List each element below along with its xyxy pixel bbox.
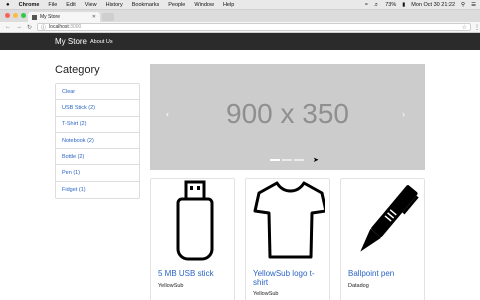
forward-icon[interactable]: → bbox=[16, 24, 22, 31]
product-vendor: YellowSub bbox=[253, 291, 279, 297]
carousel-indicator[interactable] bbox=[282, 159, 292, 161]
product-card[interactable]: 5 MB USB stick YellowSub bbox=[150, 178, 235, 300]
menu-edit[interactable]: Edit bbox=[66, 2, 75, 8]
close-tab-icon[interactable]: ✕ bbox=[92, 14, 96, 20]
browser-toolbar: ← → ↻ ⓘ localhost:3000 ☆ ⋮ bbox=[0, 22, 480, 33]
minimize-window-icon[interactable] bbox=[13, 13, 18, 18]
menu-window[interactable]: Window bbox=[194, 2, 214, 8]
carousel-prev-icon[interactable]: ‹ bbox=[166, 109, 169, 119]
back-icon[interactable]: ← bbox=[5, 24, 11, 31]
category-list: Clear USB Stick (2) T-Shirt (2) Notebook… bbox=[55, 83, 140, 200]
menu-history[interactable]: History bbox=[106, 2, 123, 8]
category-item-usb-stick[interactable]: USB Stick (2) bbox=[56, 100, 139, 117]
category-item-bottle[interactable]: Bottle (2) bbox=[56, 149, 139, 166]
battery-percent[interactable]: 73% bbox=[385, 2, 396, 8]
menu-help[interactable]: Help bbox=[223, 2, 234, 8]
browser-tab[interactable]: My Store ✕ bbox=[28, 12, 100, 22]
product-title[interactable]: Ballpoint pen bbox=[348, 269, 423, 278]
favicon-icon bbox=[32, 14, 37, 20]
close-window-icon[interactable] bbox=[5, 13, 10, 18]
carousel-placeholder-text: 900 x 350 bbox=[226, 98, 349, 129]
menu-people[interactable]: People bbox=[168, 2, 185, 8]
tab-strip: My Store ✕ bbox=[0, 10, 480, 22]
category-item-fidget[interactable]: Fidget (1) bbox=[56, 182, 139, 198]
carousel-indicators bbox=[270, 159, 304, 161]
battery-icon[interactable]: ▮ bbox=[402, 2, 405, 8]
maximize-window-icon[interactable] bbox=[21, 13, 26, 18]
menu-bookmarks[interactable]: Bookmarks bbox=[132, 2, 160, 8]
apple-menu-icon[interactable]: ● bbox=[6, 2, 10, 8]
url-port: :3000 bbox=[68, 24, 82, 30]
product-vendor: Datadog bbox=[348, 283, 369, 289]
wifi-icon[interactable]: ≈ bbox=[365, 2, 368, 8]
macos-menubar: ● Chrome File Edit View History Bookmark… bbox=[0, 0, 480, 10]
reload-icon[interactable]: ↻ bbox=[27, 24, 32, 31]
product-card[interactable]: Ballpoint pen Datadog bbox=[340, 178, 425, 300]
menu-view[interactable]: View bbox=[85, 2, 97, 8]
site-navbar: My Store About Us bbox=[0, 33, 480, 50]
carousel-indicator[interactable] bbox=[294, 159, 304, 161]
tab-title: My Store bbox=[40, 14, 61, 20]
pen-icon bbox=[360, 185, 419, 252]
volume-icon[interactable]: ♬ bbox=[374, 2, 380, 8]
carousel-next-icon[interactable]: › bbox=[402, 109, 405, 119]
address-bar[interactable]: ⓘ localhost:3000 ☆ bbox=[37, 23, 471, 31]
usb-stick-icon bbox=[176, 180, 214, 261]
about-us-link[interactable]: About Us bbox=[90, 39, 113, 45]
mouse-cursor-icon: ➤ bbox=[313, 157, 319, 164]
url-host: localhost bbox=[49, 24, 69, 30]
product-title[interactable]: 5 MB USB stick bbox=[158, 269, 233, 278]
bookmark-star-icon[interactable]: ☆ bbox=[462, 24, 467, 31]
menu-file[interactable]: File bbox=[48, 2, 57, 8]
category-heading: Category bbox=[55, 64, 100, 76]
notification-center-icon[interactable]: ☰ bbox=[471, 2, 476, 8]
chrome-menu-icon[interactable]: ⋮ bbox=[474, 24, 480, 31]
app-menu[interactable]: Chrome bbox=[19, 2, 40, 8]
product-title[interactable]: YellowSub logo t-shirt bbox=[253, 269, 328, 287]
clock[interactable]: Mon Oct 30 21:22 bbox=[411, 2, 455, 8]
image-carousel: 900 x 350 ‹ › bbox=[150, 64, 425, 170]
product-card[interactable]: YellowSub logo t-shirt YellowSub bbox=[245, 178, 330, 300]
new-tab-button[interactable] bbox=[102, 13, 114, 21]
category-item-t-shirt[interactable]: T-Shirt (2) bbox=[56, 117, 139, 133]
category-item-clear[interactable]: Clear bbox=[56, 84, 139, 101]
brand-link[interactable]: My Store bbox=[55, 37, 87, 46]
window-controls bbox=[5, 13, 26, 18]
tshirt-icon bbox=[253, 181, 325, 259]
category-item-notebook[interactable]: Notebook (2) bbox=[56, 133, 139, 150]
search-icon[interactable]: ⚲ bbox=[461, 2, 465, 8]
carousel-indicator[interactable] bbox=[270, 159, 280, 161]
category-item-pen[interactable]: Pen (1) bbox=[56, 165, 139, 182]
page-info-icon[interactable]: ⓘ bbox=[41, 24, 46, 31]
product-vendor: YellowSub bbox=[158, 283, 184, 289]
